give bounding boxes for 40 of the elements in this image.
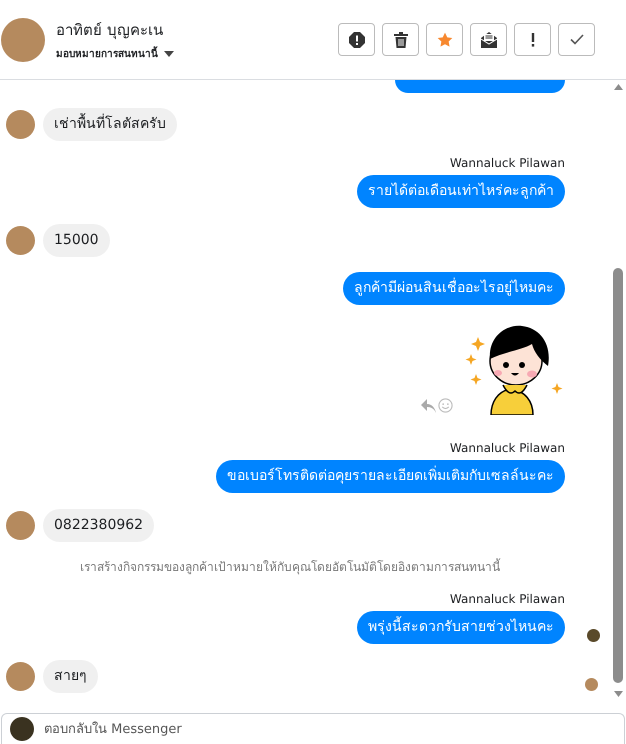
message-bubble: 15000 <box>43 224 110 257</box>
message-bubble: พรุ่งนี้สะดวกรับสายช่วงไหนคะ <box>357 611 565 644</box>
page-avatar-placeholder <box>10 717 34 741</box>
reply-box[interactable]: ตอบกลับใน Messenger <box>1 713 625 744</box>
avatar-placeholder <box>6 511 35 540</box>
system-notice: เราสร้างกิจกรรมของลูกค้าเป้าหมายให้กับคุณโดยอัตโนมัติโดยอิงตามการสนทนานี้ <box>80 557 502 576</box>
done-button[interactable] <box>558 23 595 56</box>
sender-name: Wannaluck Pilawan <box>450 156 565 170</box>
reply-field[interactable]: ตอบกลับใน Messenger <box>42 720 624 738</box>
message-bubble: ลูกค้ามีผ่อนสินเชื่ออะไรอยู่ไหมคะ <box>343 272 565 305</box>
star-icon <box>436 32 452 48</box>
scroll-up-icon[interactable] <box>614 84 622 90</box>
message-bubble: 0822380962 <box>43 509 154 542</box>
message-bubble: รายได้ต่อเดือนเท่าไหร่คะลูกค้า <box>357 175 565 208</box>
assign-conversation-dropdown[interactable]: มอบหมายการสนทนานี้ <box>56 46 174 61</box>
delete-button[interactable] <box>382 23 419 56</box>
envelope-icon <box>480 32 496 48</box>
scroll-down-icon[interactable] <box>614 691 622 697</box>
caret-icon <box>164 50 174 56</box>
reply-icon[interactable] <box>421 399 436 413</box>
star-button[interactable] <box>426 23 463 56</box>
message-bubble: เช่าพื้นที่โลตัสครับ <box>43 108 177 141</box>
sender-name: Wannaluck Pilawan <box>450 592 565 606</box>
alert-octagon-icon <box>348 32 364 48</box>
avatar-placeholder <box>6 226 35 255</box>
exclamation-icon <box>530 32 534 46</box>
avatar-placeholder <box>6 110 35 139</box>
message-bubble: ขอเบอร์โทรติดต่อคุยรายละเอียดเพิ่มเติมกับเซลล์นะคะ <box>216 460 565 493</box>
trash-icon <box>394 32 408 48</box>
checkmark-icon <box>570 34 584 45</box>
contact-name: อาทิตย์ บุญคะเน <box>56 20 163 42</box>
sender-name: Wannaluck Pilawan <box>450 441 565 455</box>
scrollbar-thumb[interactable] <box>613 268 623 683</box>
emoji-icon[interactable] <box>438 398 453 413</box>
important-button[interactable] <box>514 23 551 56</box>
unread-button[interactable] <box>470 23 507 56</box>
block-button[interactable] <box>338 23 375 56</box>
message-bubble: สายๆ <box>43 660 98 693</box>
avatar-placeholder <box>6 662 35 691</box>
profile-photo-placeholder <box>1 18 45 62</box>
